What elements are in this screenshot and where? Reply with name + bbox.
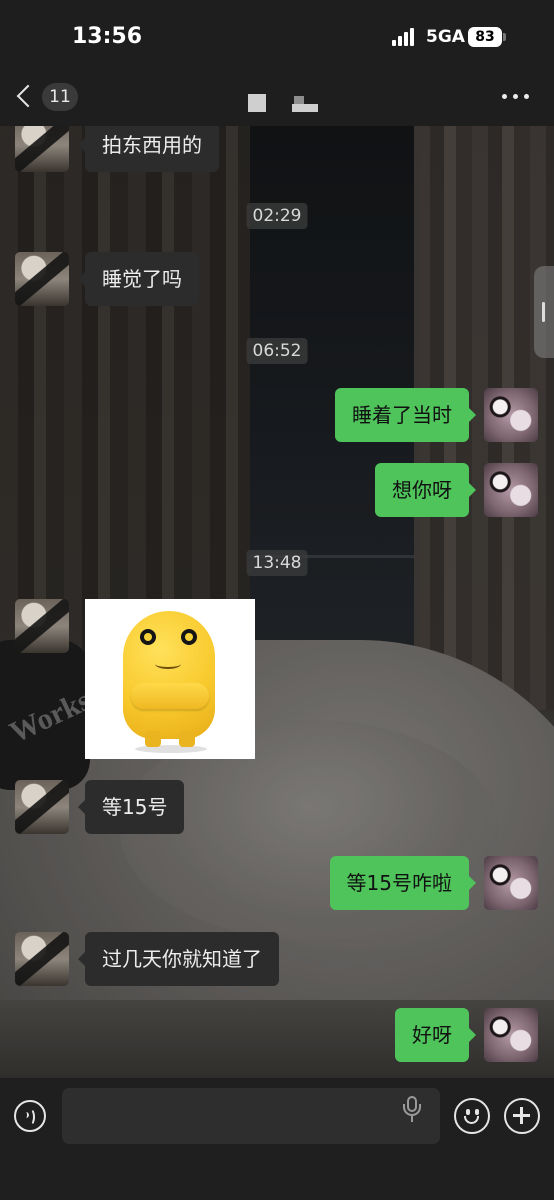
message-bubble-received[interactable]: 过几天你就知道了 (78, 932, 279, 986)
timestamp: 13:48 (246, 550, 308, 576)
chat-title-redacted (248, 94, 318, 114)
yellow-blob-sticker[interactable] (85, 599, 255, 759)
contact-avatar[interactable] (15, 126, 69, 172)
unread-count-badge: 11 (42, 83, 78, 111)
status-bar: 13:56 5GA 83 (0, 0, 554, 70)
message-bubble-sent[interactable]: 等15号咋啦 (329, 856, 477, 910)
message-bubble-received[interactable]: 等15号 (77, 780, 185, 834)
signal-icon (392, 28, 418, 46)
my-avatar[interactable] (484, 1008, 538, 1062)
contact-avatar[interactable] (15, 599, 69, 653)
microphone-icon[interactable] (402, 1096, 422, 1126)
chevron-left-icon (16, 84, 40, 108)
message-list[interactable]: 拍东西用的 02:29 睡觉了吗 06:52 睡着了当时 想你呀 13:48 等… (0, 126, 554, 1078)
message-bubble-sent[interactable]: 好呀 (395, 1008, 476, 1062)
side-drag-handle[interactable] (534, 266, 554, 358)
contact-avatar[interactable] (15, 252, 69, 306)
contact-avatar[interactable] (15, 780, 69, 834)
network-type: 5GA (426, 27, 465, 47)
message-bubble-received[interactable]: 睡觉了吗 (78, 252, 199, 306)
timestamp: 06:52 (246, 338, 308, 364)
message-input[interactable] (62, 1088, 440, 1144)
input-bar (0, 1078, 554, 1200)
my-avatar[interactable] (484, 388, 538, 442)
chat-header: 11 (0, 70, 554, 126)
timestamp: 02:29 (246, 203, 308, 229)
voice-button[interactable] (14, 1100, 46, 1132)
message-bubble-sent[interactable]: 想你呀 (375, 463, 476, 517)
contact-avatar[interactable] (15, 932, 69, 986)
message-bubble-received[interactable]: 拍东西用的 (78, 126, 219, 172)
my-avatar[interactable] (484, 463, 538, 517)
battery-icon: 83 (468, 27, 506, 47)
more-dots-icon (502, 94, 507, 99)
battery-level: 83 (468, 27, 502, 47)
plus-button[interactable] (504, 1098, 540, 1134)
my-avatar[interactable] (484, 856, 538, 910)
back-button[interactable]: 11 (16, 82, 86, 114)
status-time: 13:56 (72, 24, 143, 49)
message-bubble-sent[interactable]: 睡着了当时 (335, 388, 476, 442)
more-button[interactable] (502, 94, 532, 102)
emoji-button[interactable] (454, 1098, 490, 1134)
